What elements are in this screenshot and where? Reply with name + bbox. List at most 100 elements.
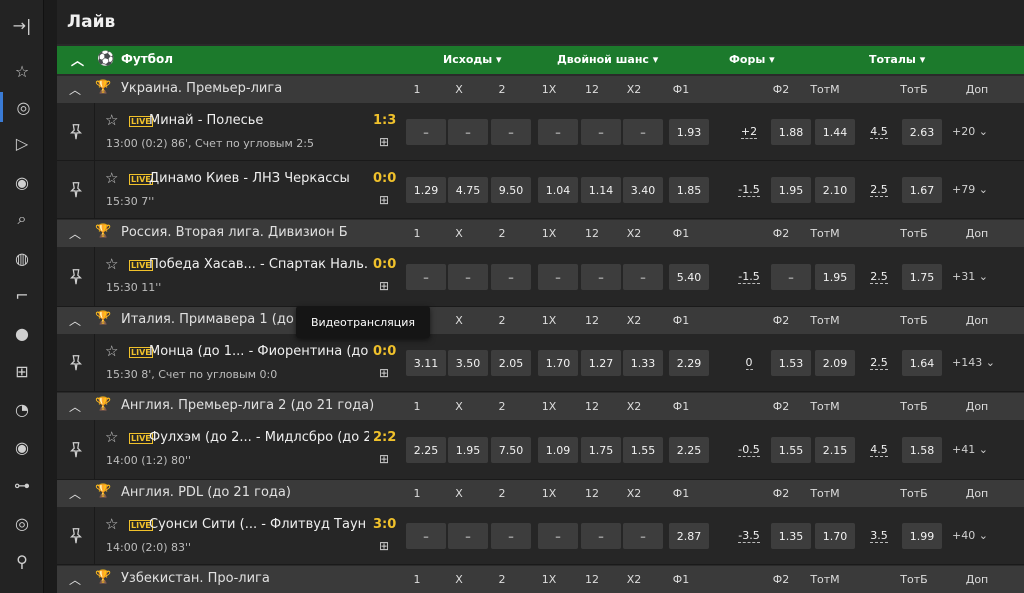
odds-cell[interactable]: 3.11 [406, 350, 446, 376]
odds-cell[interactable]: – [448, 119, 488, 145]
more-markets-link[interactable]: +20 ⌄ [952, 125, 988, 138]
odds-cell[interactable]: 1.14 [581, 177, 621, 203]
stats-icon[interactable]: ⊞ [379, 279, 389, 293]
odds-cell[interactable]: – [491, 264, 531, 290]
odds-cell[interactable]: 2.05 [491, 350, 531, 376]
darts-icon[interactable]: ◎ [0, 508, 44, 538]
odds-cell[interactable]: – [771, 264, 811, 290]
league-header[interactable]: ︿🏆Италия. Примавера 1 (до 191X21X12X2Ф1Ф… [57, 307, 1024, 334]
odds-cell[interactable]: 1.70 [538, 350, 578, 376]
market-header-0[interactable]: Исходы ▾ [443, 53, 502, 66]
match-teams[interactable]: Монца (до 1... - Фиорентина (до ... [149, 344, 369, 359]
odds-cell[interactable]: 1.09 [538, 437, 578, 463]
odds-cell[interactable]: 1.64 [902, 350, 942, 376]
match-row[interactable]: ☆ LIVE Победа Хасав... - Спартак Наль... 0:… [57, 247, 1024, 307]
odds-cell[interactable]: 1.75 [902, 264, 942, 290]
stats-icon[interactable]: ⊞ [379, 366, 389, 380]
hockey-icon[interactable]: ⌐ [0, 280, 44, 310]
odds-cell[interactable]: 1.99 [902, 523, 942, 549]
odds-cell[interactable]: 2.25 [669, 437, 709, 463]
basketball-icon[interactable]: ◍ [0, 243, 44, 273]
stats-icon[interactable]: ⊞ [379, 193, 389, 207]
odds-cell[interactable]: – [491, 523, 531, 549]
match-row[interactable]: ☆ LIVE Динамо Киев - ЛНЗ Черкассы 0:0 15:30 … [57, 161, 1024, 219]
pin-icon[interactable] [57, 247, 95, 306]
odds-cell[interactable]: 1.53 [771, 350, 811, 376]
odds-cell[interactable]: – [581, 523, 621, 549]
more-markets-link[interactable]: +31 ⌄ [952, 270, 988, 283]
odds-cell[interactable]: 4.75 [448, 177, 488, 203]
odds-cell[interactable]: 1.27 [581, 350, 621, 376]
odds-cell[interactable]: – [623, 264, 663, 290]
match-teams[interactable]: Фулхэм (до 2... - Мидлсбро (до 2... [149, 430, 369, 445]
odds-cell[interactable]: – [448, 264, 488, 290]
stats-icon[interactable]: ⊞ [379, 539, 389, 553]
odds-cell[interactable]: 1.95 [771, 177, 811, 203]
badminton-icon[interactable]: ⚲ [0, 546, 44, 576]
market-header-1[interactable]: Двойной шанс ▾ [557, 53, 658, 66]
more-markets-link[interactable]: +40 ⌄ [952, 529, 988, 542]
odds-cell[interactable]: 2.63 [902, 119, 942, 145]
collapse-chevron-icon[interactable]: ︿ [69, 312, 81, 329]
league-header[interactable]: ︿ 🏆 Украина. Премьер-лига 1 X 2 1X 12 X2 Ф1 Ф2 ТотМ… [57, 76, 1024, 103]
odds-cell[interactable]: 1.85 [669, 177, 709, 203]
odds-cell[interactable]: 1.55 [771, 437, 811, 463]
match-teams[interactable]: Динамо Киев - ЛНЗ Черкассы [149, 171, 369, 186]
odds-cell[interactable]: – [448, 523, 488, 549]
odds-cell[interactable]: 1.95 [448, 437, 488, 463]
pin-icon[interactable] [57, 334, 95, 391]
odds-cell[interactable]: – [623, 523, 663, 549]
odds-cell[interactable]: 2.10 [815, 177, 855, 203]
esports-coin-icon[interactable]: ◉ [0, 432, 44, 462]
odds-cell[interactable]: 2.09 [815, 350, 855, 376]
odds-cell[interactable]: 1.88 [771, 119, 811, 145]
odds-cell[interactable]: 5.40 [669, 264, 709, 290]
odds-cell[interactable]: 1.44 [815, 119, 855, 145]
table-tennis-icon[interactable]: ⊶ [0, 470, 44, 500]
match-teams[interactable]: Суонси Сити (... - Флитвуд Таун (... [149, 517, 369, 532]
odds-cell[interactable]: – [538, 264, 578, 290]
stats-icon[interactable]: ⊞ [379, 452, 389, 466]
more-markets-link[interactable]: +41 ⌄ [952, 443, 988, 456]
live-icon[interactable]: ◎ [0, 92, 44, 122]
pin-icon[interactable] [57, 161, 95, 218]
league-header[interactable]: ︿ 🏆 Россия. Вторая лига. Дивизион Б 1 X 2 1X 12… [57, 220, 1024, 247]
odds-cell[interactable]: 3.50 [448, 350, 488, 376]
odds-cell[interactable]: 1.75 [581, 437, 621, 463]
odds-cell[interactable]: – [406, 264, 446, 290]
match-row[interactable]: ☆ LIVE Фулхэм (до 2... - Мидлсбро (до 2...… [57, 420, 1024, 480]
league-header[interactable]: ︿ 🏆 Англия. PDL (до 21 года) 1 X 2 1X 12 X2 Ф1 Ф2 Т… [57, 480, 1024, 507]
market-header-3[interactable]: Тоталы ▾ [869, 53, 925, 66]
search-icon[interactable]: ⌕ [0, 204, 44, 234]
esports-icon[interactable]: ⊞ [0, 356, 44, 386]
odds-cell[interactable]: 1.35 [771, 523, 811, 549]
stats-icon[interactable]: ⊞ [379, 135, 389, 149]
odds-cell[interactable]: – [581, 264, 621, 290]
collapse-chevron-icon[interactable]: ︿ [69, 398, 81, 415]
collapse-chevron-icon[interactable]: ︿ [71, 50, 84, 69]
pin-icon[interactable] [57, 420, 95, 479]
odds-cell[interactable]: – [581, 119, 621, 145]
market-header-2[interactable]: Форы ▾ [729, 53, 775, 66]
odds-cell[interactable]: 1.70 [815, 523, 855, 549]
odds-cell[interactable]: 1.67 [902, 177, 942, 203]
odds-cell[interactable]: 2.15 [815, 437, 855, 463]
odds-cell[interactable]: 2.87 [669, 523, 709, 549]
odds-cell[interactable]: – [623, 119, 663, 145]
odds-cell[interactable]: – [538, 523, 578, 549]
more-markets-link[interactable]: +143 ⌄ [952, 356, 995, 369]
match-teams[interactable]: Минай - Полесье [149, 113, 369, 128]
odds-cell[interactable]: 1.93 [669, 119, 709, 145]
odds-cell[interactable]: – [406, 119, 446, 145]
odds-cell[interactable]: – [538, 119, 578, 145]
collapse-chevron-icon[interactable]: ︿ [69, 81, 81, 98]
video-icon[interactable]: ▷ [0, 128, 44, 158]
match-row[interactable]: ☆ LIVE Минай - Полесье 1:3 13:00 (0:2) 86', … [57, 103, 1024, 161]
favorite-star-icon[interactable]: ☆ [105, 428, 118, 446]
odds-cell[interactable]: 9.50 [491, 177, 531, 203]
odds-cell[interactable]: 1.55 [623, 437, 663, 463]
collapse-chevron-icon[interactable]: ︿ [69, 485, 81, 502]
match-row[interactable]: ☆ LIVE Монца (до 1... - Фиорентина (до ...… [57, 334, 1024, 392]
pin-icon[interactable] [57, 507, 95, 564]
odds-cell[interactable]: 1.29 [406, 177, 446, 203]
